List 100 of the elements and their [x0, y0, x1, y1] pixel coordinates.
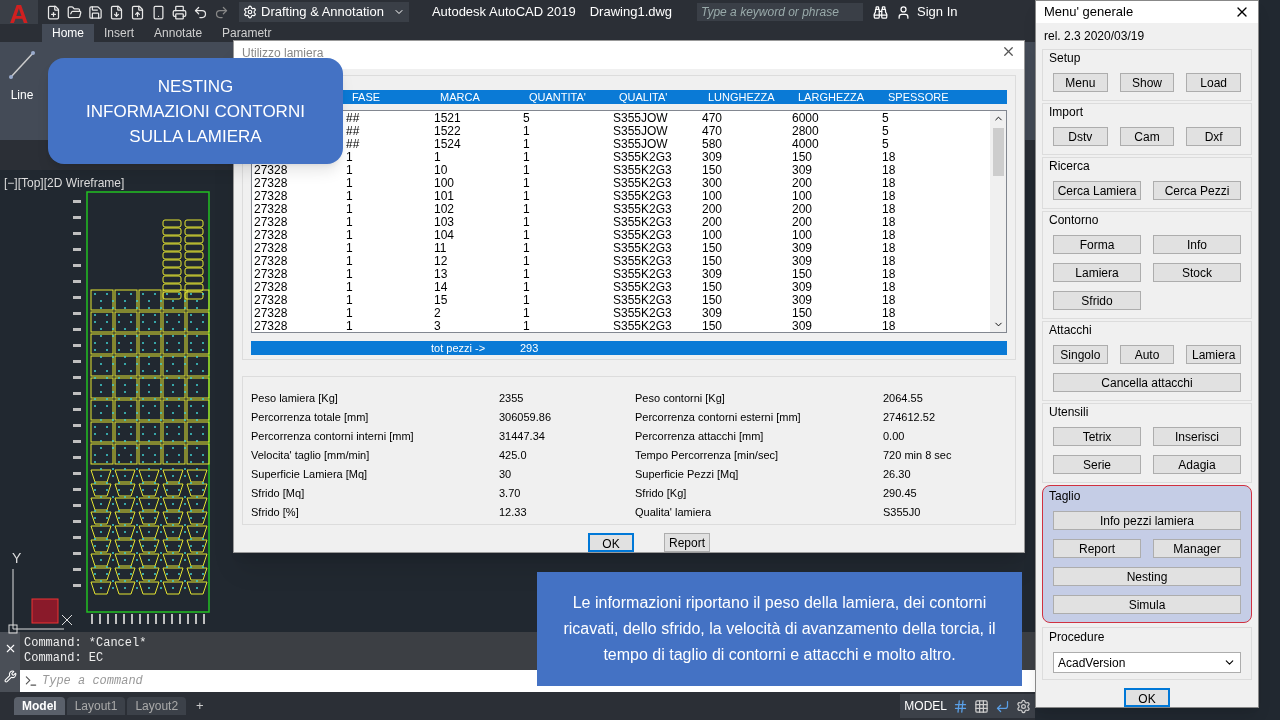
table-cell-text: S355JOW: [613, 125, 669, 138]
menu-button[interactable]: Stock: [1153, 263, 1241, 282]
menu-button[interactable]: Dxf: [1186, 127, 1241, 146]
grid-icon[interactable]: [953, 698, 968, 714]
menu-button[interactable]: Lamiera: [1186, 345, 1241, 364]
table-cell-text: S355K2G3: [613, 229, 673, 242]
viewport-label[interactable]: [−][Top][2D Wireframe]: [4, 174, 125, 192]
stat-value: S355J0: [883, 505, 922, 521]
column-header: QUALITA': [619, 90, 669, 104]
sign-in-link[interactable]: Sign In: [917, 2, 958, 22]
close-icon[interactable]: [1001, 44, 1016, 59]
toolbar-icon[interactable]: [88, 4, 103, 20]
table-cell-text: 309: [702, 268, 724, 281]
add-tab-button[interactable]: +: [192, 696, 208, 716]
toolbar-icon[interactable]: [67, 4, 82, 20]
table-cell-text: 18: [882, 242, 897, 255]
menu-button[interactable]: Simula: [1053, 595, 1241, 614]
toolbar-icon[interactable]: [109, 4, 124, 20]
app-title: Autodesk AutoCAD 2019: [431, 3, 576, 22]
stat-label: Qualita' lamiera: [635, 505, 713, 521]
menu-button[interactable]: Info: [1153, 235, 1241, 254]
menu-button[interactable]: Inserisci: [1153, 427, 1241, 446]
menu-button[interactable]: Info pezzi lamiera: [1053, 511, 1241, 530]
workspace-dropdown[interactable]: Drafting & Annotation: [239, 2, 409, 22]
menu-button[interactable]: Lamiera: [1053, 263, 1141, 282]
menu-button[interactable]: Nesting: [1053, 567, 1241, 586]
menu-button[interactable]: Serie: [1053, 455, 1141, 474]
stat-label: Sfrido [%]: [251, 505, 300, 521]
menu-button[interactable]: Load: [1186, 73, 1241, 92]
ribbon-tab[interactable]: Annotate: [144, 24, 213, 42]
table-cell-text: 1: [346, 320, 354, 333]
menu-button[interactable]: Show: [1119, 73, 1175, 92]
ribbon-tab[interactable]: Home: [42, 24, 94, 42]
settings-icon[interactable]: [1016, 698, 1031, 714]
scrollbar[interactable]: [990, 111, 1006, 332]
menu-button[interactable]: Dstv: [1053, 127, 1108, 146]
menu-button[interactable]: Report: [1053, 539, 1141, 558]
stat-value: 290.45: [883, 486, 918, 502]
menu-button[interactable]: Adagia: [1153, 455, 1241, 474]
menu-button[interactable]: Forma: [1053, 235, 1141, 254]
table-cell-text: 309: [702, 307, 724, 320]
ribbon-tab[interactable]: Parametr: [212, 24, 282, 42]
menu-button[interactable]: Cancella attacchi: [1053, 373, 1241, 392]
table-cell-text: 1: [523, 216, 531, 229]
table-cell-text: 150: [702, 164, 724, 177]
table-cell-text: 1: [523, 281, 531, 294]
menu-button[interactable]: Cerca Pezzi: [1153, 181, 1241, 200]
column-header: LUNGHEZZA: [708, 90, 776, 104]
command-field[interactable]: Type a command: [42, 672, 442, 690]
search-field[interactable]: Type a keyword or phrase: [697, 3, 863, 21]
table-cell-text: 1: [346, 242, 354, 255]
layout-tab[interactable]: Layout1: [66, 697, 126, 715]
binoculars-icon[interactable]: [873, 4, 888, 20]
stat-label: Superficie Lamiera [Mq]: [251, 467, 369, 483]
ok-button[interactable]: OK: [1124, 688, 1170, 707]
toolbar-icon[interactable]: [46, 4, 61, 20]
menu-button[interactable]: Singolo: [1053, 345, 1108, 364]
stat-value: 31447.34: [499, 429, 546, 445]
table-cell-text: 27328: [254, 281, 289, 294]
layout-tab[interactable]: Model: [14, 697, 65, 715]
table-cell-text: 1521: [434, 112, 462, 125]
toolbar-icon[interactable]: [130, 4, 145, 20]
toolbar-icon[interactable]: [172, 4, 187, 20]
table-cell-text: 1: [434, 151, 442, 164]
table-cell-text: 14: [434, 281, 449, 294]
toolbar-icon[interactable]: [151, 4, 166, 20]
table-cell-text: 18: [882, 281, 897, 294]
table-cell-text: 309: [792, 255, 814, 268]
dialog-button[interactable]: Report: [664, 533, 710, 552]
table-cell-text: S355K2G3: [613, 190, 673, 203]
menu-button[interactable]: Cerca Lamiera: [1053, 181, 1141, 200]
wrench-icon[interactable]: [3, 669, 17, 683]
table-cell-text: S355JOW: [613, 112, 669, 125]
group-title: Setup: [1049, 50, 1082, 67]
table-cell-text: 27328: [254, 177, 289, 190]
dialog-button[interactable]: OK: [588, 533, 634, 552]
menu-button[interactable]: Cam: [1119, 127, 1175, 146]
menu-button[interactable]: Tetrix: [1053, 427, 1141, 446]
table-cell-text: 6000: [792, 112, 820, 125]
menu-button[interactable]: Manager: [1153, 539, 1241, 558]
procedure-dropdown[interactable]: AcadVersion: [1053, 652, 1241, 673]
menu-button[interactable]: Auto: [1119, 345, 1175, 364]
group-title: Attacchi: [1049, 322, 1093, 339]
undo-icon[interactable]: [193, 4, 208, 20]
table-cell-text: 12: [434, 255, 449, 268]
menu-button[interactable]: Sfrido: [1053, 291, 1141, 310]
table-cell-text: 27328: [254, 164, 289, 177]
layout-tab[interactable]: Layout2: [127, 697, 187, 715]
column-header: FASE: [352, 90, 382, 104]
scroll-thumb[interactable]: [992, 128, 1004, 176]
table-cell-text: 27328: [254, 307, 289, 320]
ribbon-tab[interactable]: Insert: [94, 24, 145, 42]
menu-button[interactable]: Menu: [1053, 73, 1108, 92]
table-cell-text: ##: [346, 138, 361, 151]
dialog-title: Utilizzo lamiera: [242, 45, 324, 62]
user-icon[interactable]: [896, 4, 911, 20]
group-title: Procedure: [1049, 629, 1106, 646]
redo-icon[interactable]: [214, 4, 229, 20]
line-icon[interactable]: [8, 50, 36, 80]
table-cell-text: 1: [523, 255, 531, 268]
